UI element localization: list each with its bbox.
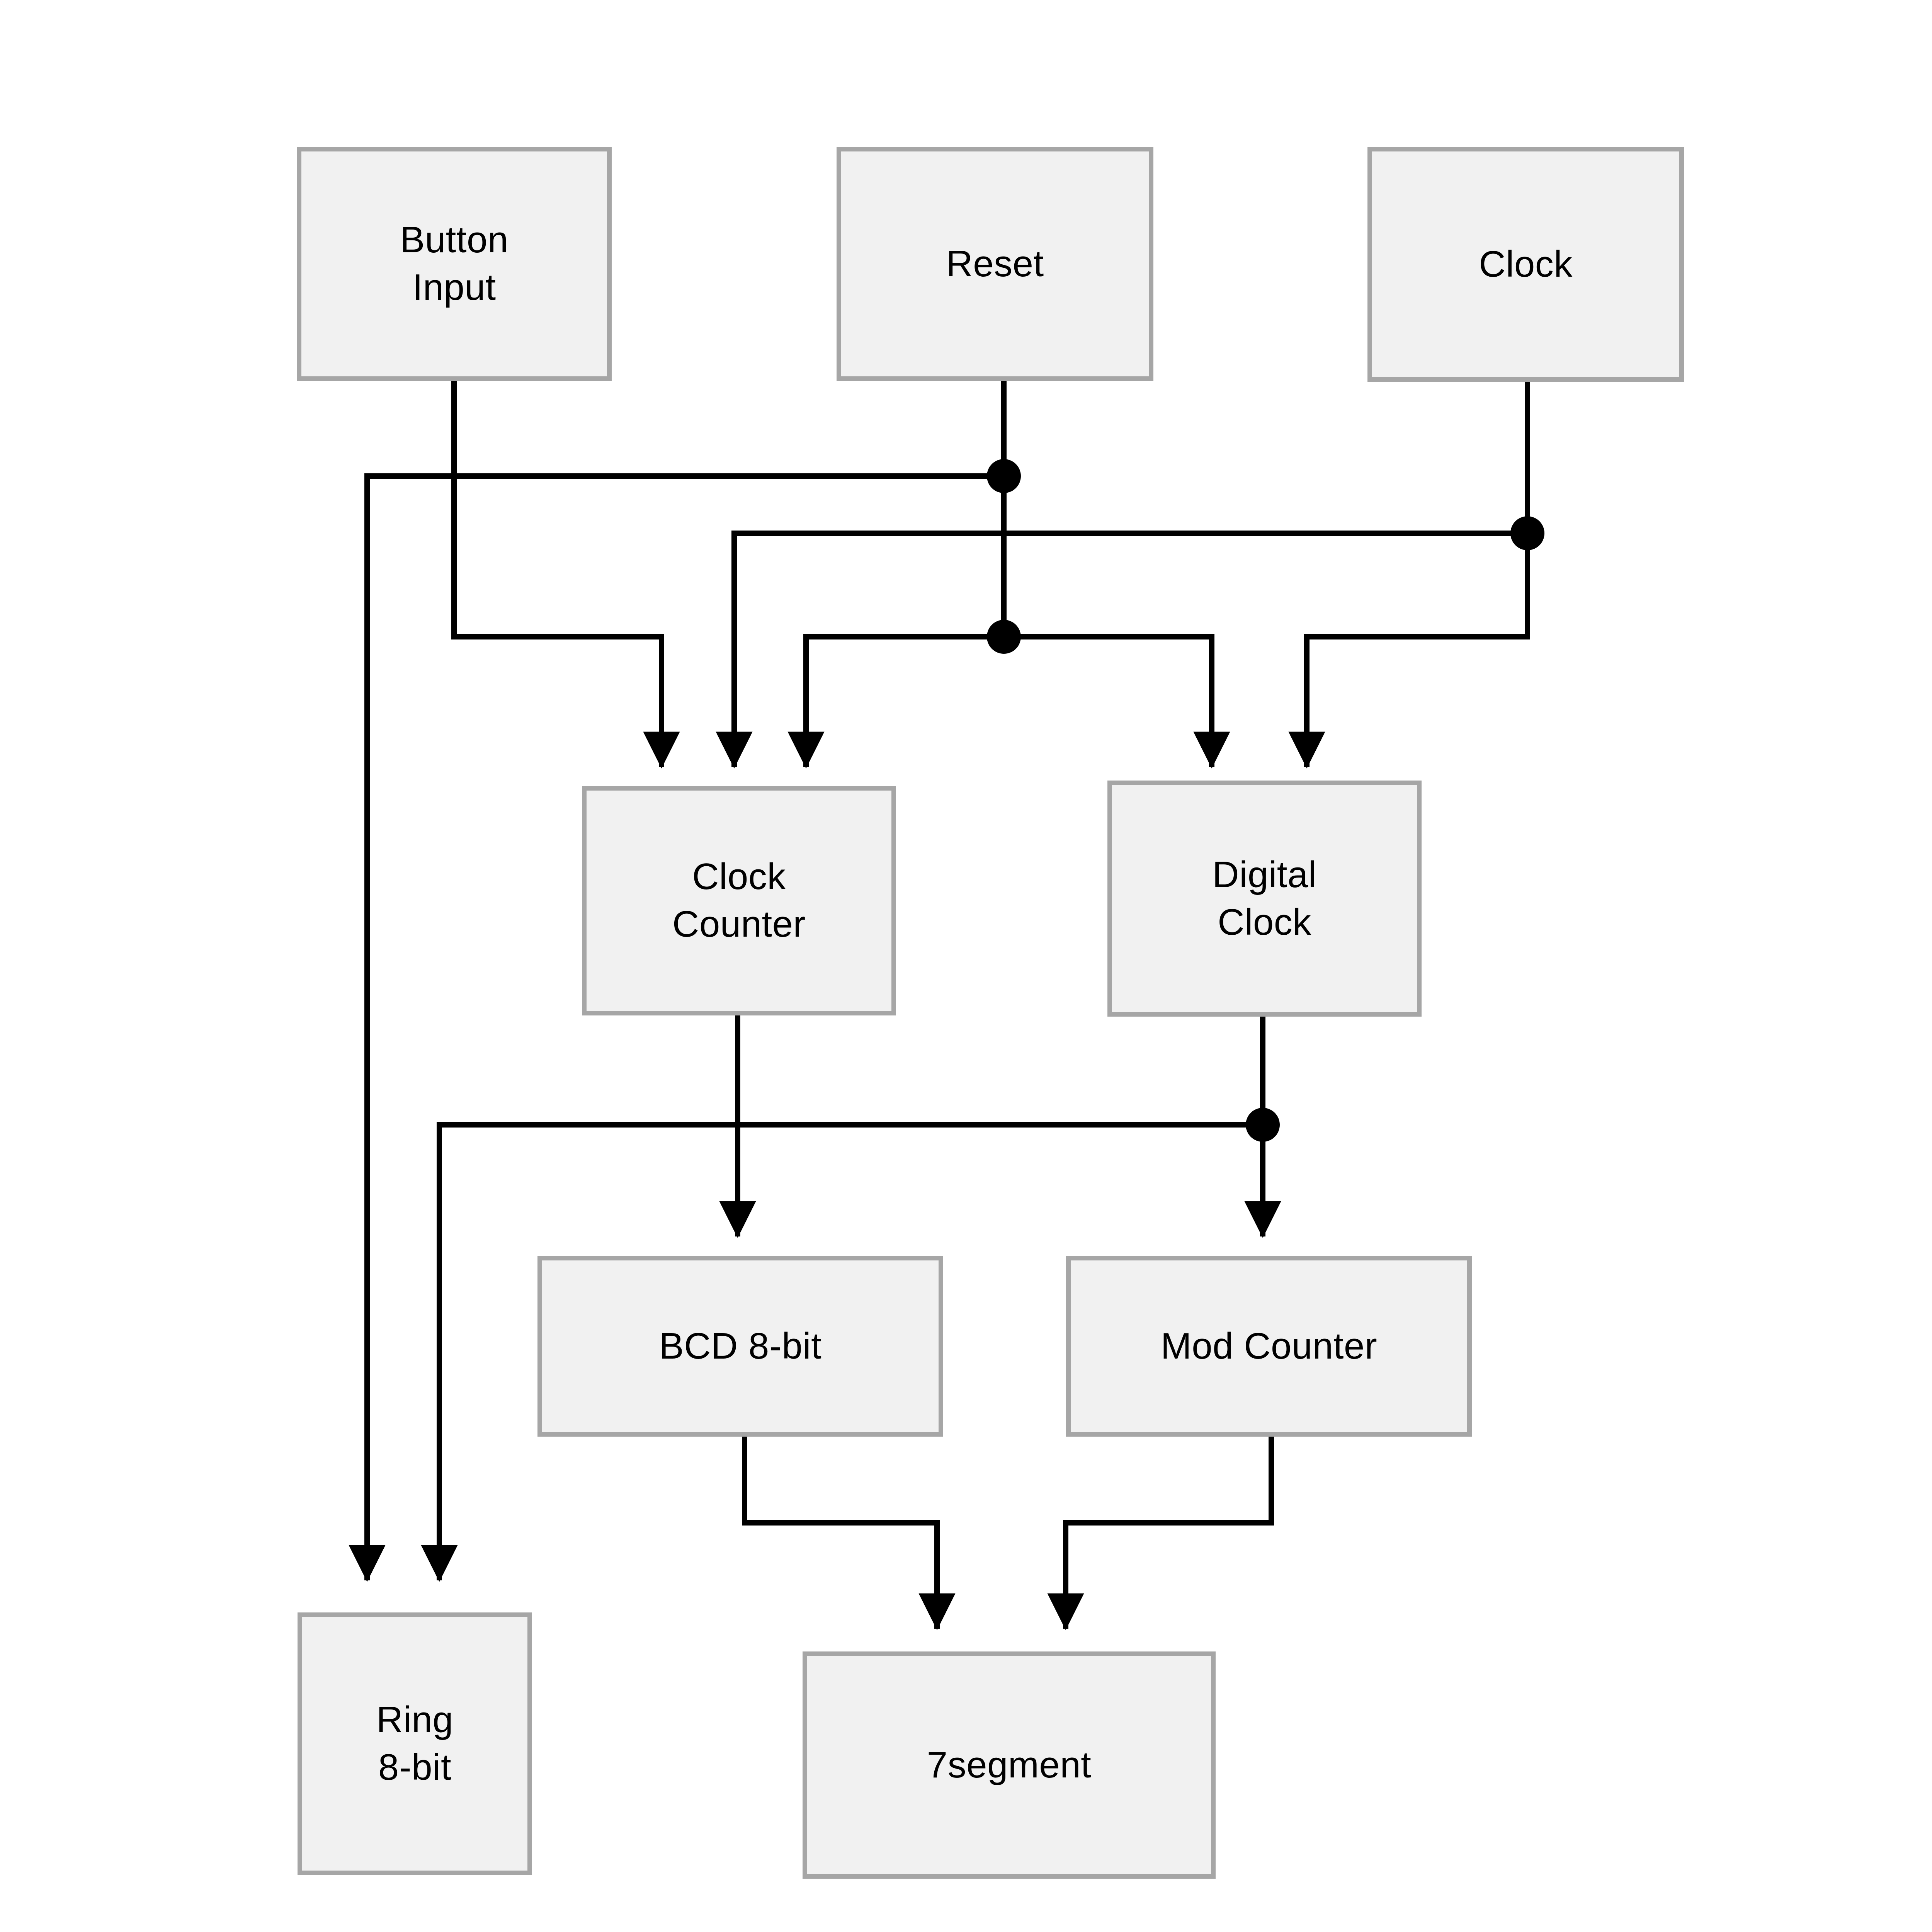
node-clock[interactable]: Clock [1367,147,1684,382]
wire-reset-to-digital-clock [1004,634,1230,769]
node-label-digital-clock: Digital Clock [1212,854,1317,943]
node-ring-8bit[interactable]: Ring 8-bit [298,1612,532,1875]
node-clock-counter[interactable]: Clock Counter [582,786,896,1015]
junction-dot-reset-upper [987,459,1021,493]
wire-reset-to-clock-counter [787,634,1004,769]
wire-bcd-to-seven-segment [742,1437,956,1630]
node-seven-segment[interactable]: 7segment [803,1651,1216,1879]
node-label-bcd-8bit: BCD 8-bit [659,1325,822,1367]
node-label-ring-8bit: Ring 8-bit [376,1699,454,1788]
node-label-clock: Clock [1479,243,1573,285]
node-label-button-input: Button Input [400,219,509,308]
node-label-reset: Reset [946,243,1044,284]
node-label-seven-segment: 7segment [927,1744,1092,1786]
junction-dot-reset-lower [987,620,1021,654]
node-digital-clock[interactable]: Digital Clock [1107,781,1422,1017]
node-reset[interactable]: Reset [837,147,1153,381]
junction-dot-digital-out [1246,1108,1280,1142]
junction-dot-clock-right [1510,516,1544,550]
wire-clock-to-digital-clock [1288,533,1530,769]
node-label-clock-counter: Clock Counter [672,856,806,945]
node-button-input[interactable]: Button Input [297,147,612,381]
wire-mod-counter-to-seven-segment [1047,1437,1274,1630]
node-bcd-8bit[interactable]: BCD 8-bit [537,1256,943,1437]
node-label-mod-counter: Mod Counter [1160,1325,1378,1367]
block-diagram-canvas: Button Input Reset Clock Clock Counter D… [0,0,1932,1932]
wire-clock-to-clock-counter [716,531,1527,769]
node-mod-counter[interactable]: Mod Counter [1066,1256,1472,1437]
wire-button-to-clock-counter [451,381,680,769]
